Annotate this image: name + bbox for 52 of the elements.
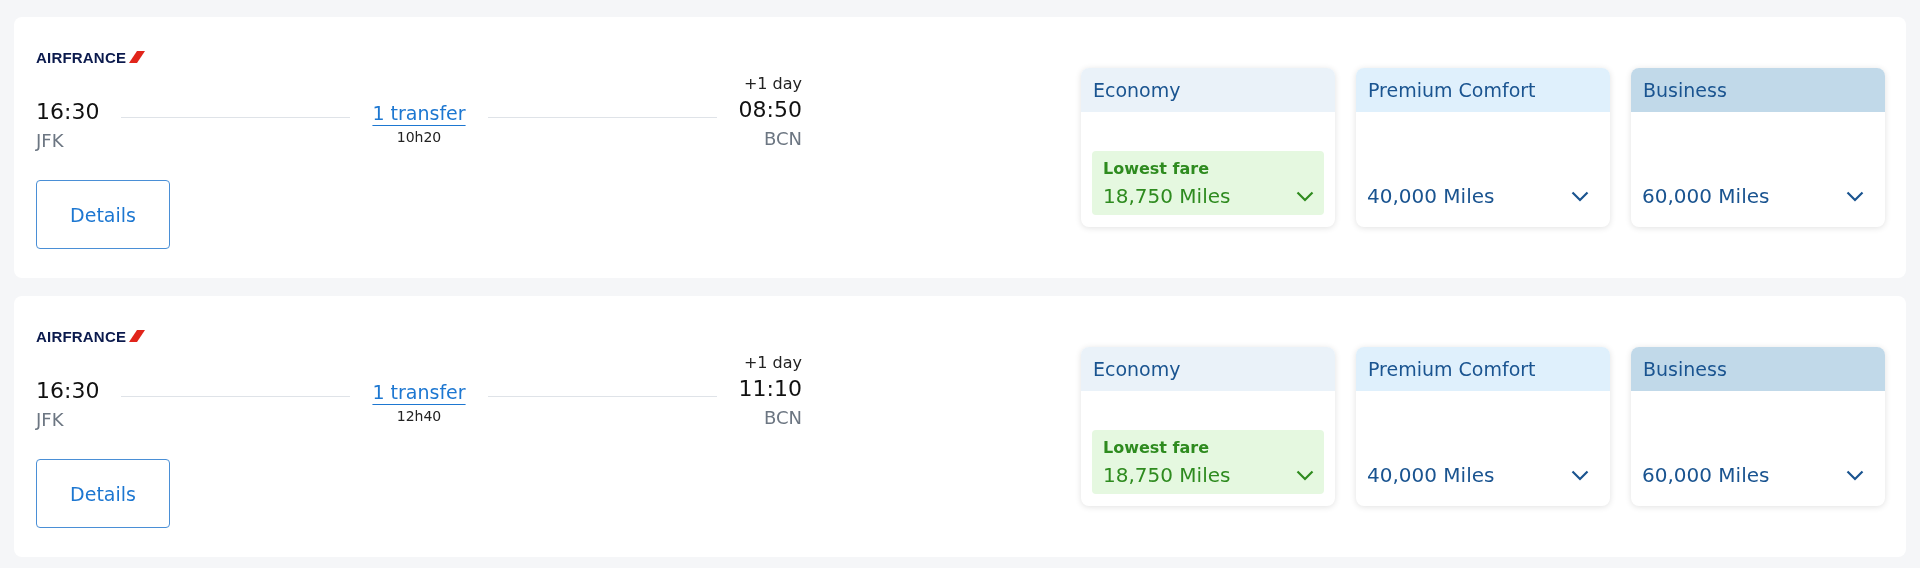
fare-header: Premium Comfort <box>1356 68 1610 112</box>
fare-card[interactable]: Economy Lowest fare 18,750 Miles <box>1081 347 1335 506</box>
fare-header: Business <box>1631 68 1885 112</box>
arrival-time: 11:10 <box>738 375 802 403</box>
fare-card[interactable]: Premium Comfort 40,000 Miles <box>1356 68 1610 227</box>
stripe-icon <box>129 330 146 342</box>
stripe-icon <box>129 51 146 63</box>
fare-price: 60,000 Miles <box>1642 183 1770 210</box>
price-box[interactable]: 60,000 Miles <box>1642 454 1874 494</box>
price-box[interactable]: Lowest fare 18,750 Miles <box>1092 430 1324 494</box>
departure-airport: JFK <box>36 129 65 153</box>
fare-header: Economy <box>1081 347 1335 391</box>
chevron-down-icon <box>1296 190 1314 202</box>
airline-logo: AIRFRANCE <box>36 327 127 345</box>
fare-card[interactable]: Business 60,000 Miles <box>1631 347 1885 506</box>
departure-time: 16:30 <box>36 377 100 405</box>
fare-card[interactable]: Economy Lowest fare 18,750 Miles <box>1081 68 1335 227</box>
chevron-down-icon <box>1571 469 1589 481</box>
fare-price: 18,750 Miles <box>1103 183 1231 210</box>
day-offset: +1 day <box>743 352 802 374</box>
transfer-link[interactable]: 1 transfer <box>372 379 466 405</box>
fare-price: 40,000 Miles <box>1367 183 1495 210</box>
arrival-airport: BCN <box>763 406 802 430</box>
price-box[interactable]: 40,000 Miles <box>1367 175 1599 215</box>
fare-card[interactable]: Business 60,000 Miles <box>1631 68 1885 227</box>
price-box[interactable]: 40,000 Miles <box>1367 454 1599 494</box>
fare-header: Business <box>1631 347 1885 391</box>
departure-airport: JFK <box>36 408 65 432</box>
airline-logo: AIRFRANCE <box>36 48 127 66</box>
price-box[interactable]: 60,000 Miles <box>1642 175 1874 215</box>
fare-header: Premium Comfort <box>1356 347 1610 391</box>
chevron-down-icon <box>1571 190 1589 202</box>
fare-price: 40,000 Miles <box>1367 462 1495 489</box>
departure-time: 16:30 <box>36 98 100 126</box>
fare-header: Economy <box>1081 68 1335 112</box>
chevron-down-icon <box>1846 190 1864 202</box>
fare-price: 60,000 Miles <box>1642 462 1770 489</box>
arrival-time: 08:50 <box>738 96 802 124</box>
fare-price: 18,750 Miles <box>1103 462 1231 489</box>
fare-card[interactable]: Premium Comfort 40,000 Miles <box>1356 347 1610 506</box>
chevron-down-icon <box>1846 469 1864 481</box>
lowest-fare-label: Lowest fare <box>1103 437 1211 459</box>
flight-duration: 12h40 <box>396 407 442 426</box>
details-button[interactable]: Details <box>36 459 170 528</box>
transfer-link[interactable]: 1 transfer <box>372 100 466 126</box>
arrival-airport: BCN <box>763 127 802 151</box>
price-box[interactable]: Lowest fare 18,750 Miles <box>1092 151 1324 215</box>
lowest-fare-label: Lowest fare <box>1103 158 1211 180</box>
chevron-down-icon <box>1296 469 1314 481</box>
flight-duration: 10h20 <box>396 128 442 147</box>
details-button[interactable]: Details <box>36 180 170 249</box>
day-offset: +1 day <box>743 73 802 95</box>
